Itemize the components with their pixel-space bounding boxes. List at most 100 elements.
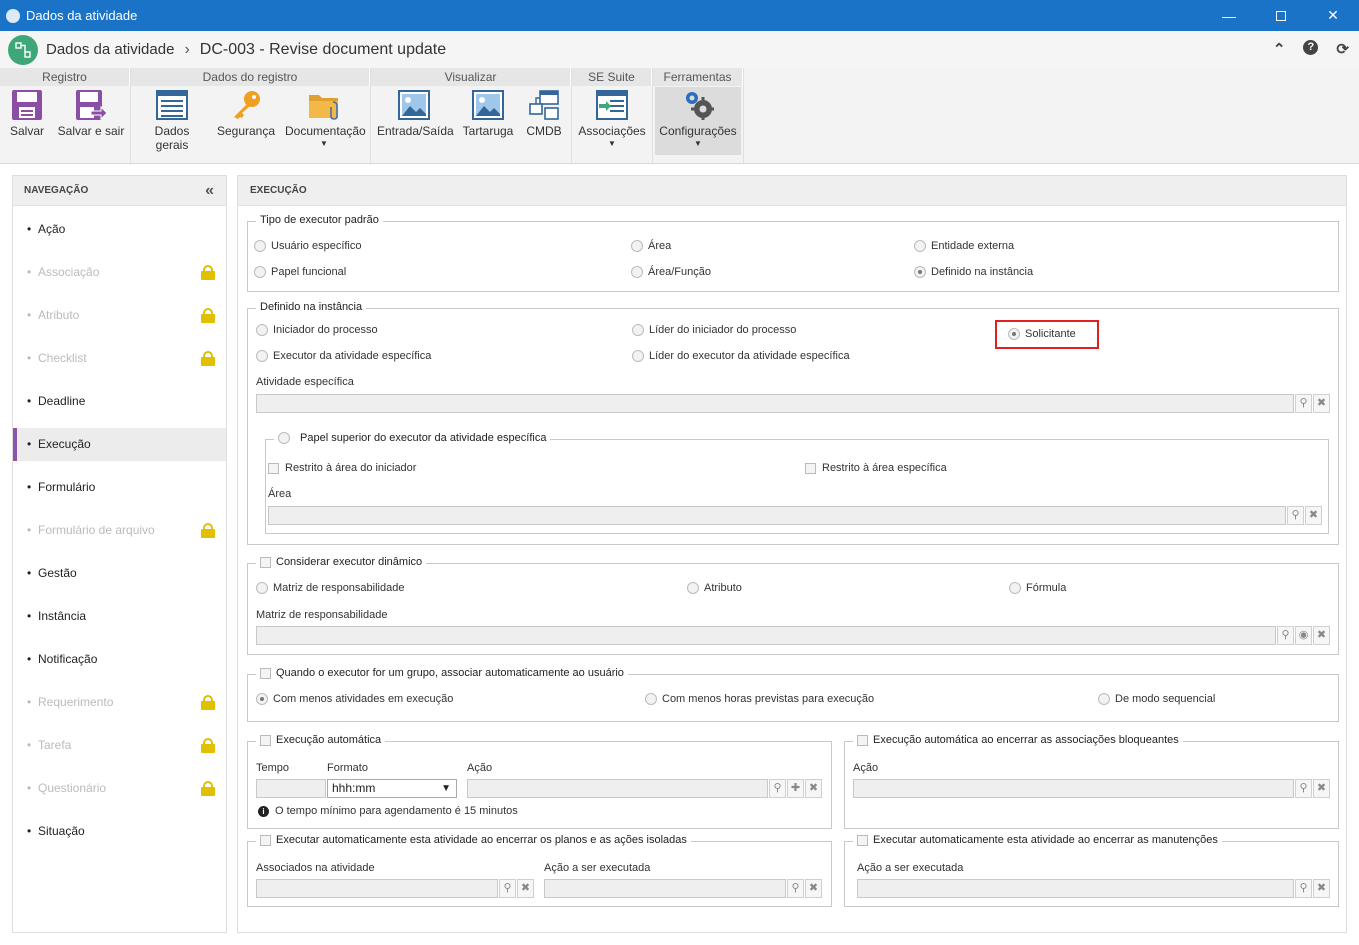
navigation-panel: NAVEGAÇÃO « • Ação • Associação • Atributo • Ch… [12,175,227,933]
radio-attribute[interactable]: Atributo [687,582,742,594]
plans-action-input[interactable] [544,879,786,898]
nav-item-label: Deadline [38,394,86,408]
legend-label: Quando o executor for um grupo, associar… [276,667,624,679]
associated-label: Associados na atividade [256,862,375,874]
checkbox-blocking-associations[interactable] [857,734,868,746]
clear-icon[interactable]: ✖ [1313,626,1330,645]
specific-activity-input[interactable] [256,394,1294,413]
nav-item-instancia[interactable]: • Instância [13,600,226,633]
search-icon[interactable]: ⚲ [499,879,516,898]
security-button[interactable]: Segurança [215,90,277,138]
clear-icon[interactable]: ✖ [1313,879,1330,898]
radio-process-initiator[interactable]: Iniciador do processo [256,324,378,336]
maximize-button[interactable] [1255,0,1307,31]
format-select[interactable]: hhh:mm ▼ [327,779,457,798]
clear-icon[interactable]: ✖ [1305,506,1322,525]
radio-specific-activity-executor[interactable]: Executor da atividade específica [256,350,431,362]
nav-item-label: Gestão [38,566,77,580]
documentation-button[interactable]: Documentação ▼ [285,90,366,148]
breadcrumb-root[interactable]: Dados da atividade [46,41,174,58]
fieldset-legend: Quando o executor for um grupo, associar… [256,667,628,679]
responsibility-matrix-input[interactable] [256,626,1276,645]
save-and-exit-button[interactable]: Salvar e sair [56,90,126,138]
radio-specific-executor-leader[interactable]: Líder do executor da atividade específic… [632,350,850,362]
checkbox-maintenance-execution[interactable] [857,834,868,846]
radio-circle [256,350,268,362]
search-icon[interactable]: ⚲ [1295,394,1312,413]
radio-specific-user[interactable]: Usuário específico [254,240,362,252]
nav-item-label: Execução [38,437,91,451]
radio-sequential[interactable]: De modo sequencial [1098,693,1215,705]
input-output-button[interactable]: Entrada/Saída [377,90,454,138]
collapse-up-icon[interactable]: ⌃ [1273,40,1286,58]
checkbox-group-associate[interactable] [260,667,271,679]
clear-icon[interactable]: ✖ [1313,779,1330,798]
refresh-icon[interactable]: ⟳ [1336,40,1349,58]
nav-item-label: Associação [38,265,100,279]
binoculars-icon[interactable]: ◉ [1295,626,1312,645]
documentation-label: Documentação [285,124,366,138]
maintenance-action-input[interactable] [857,879,1294,898]
search-icon[interactable]: ⚲ [1295,779,1312,798]
search-icon[interactable]: ⚲ [787,879,804,898]
radio-initiator-leader[interactable]: Líder do iniciador do processo [632,324,796,336]
associations-button[interactable]: Associações ▼ [578,90,646,148]
search-icon[interactable]: ⚲ [1277,626,1294,645]
nav-item-situacao[interactable]: • Situação [13,815,226,848]
double-chevron-left-icon[interactable]: « [205,176,214,206]
turtle-button[interactable]: Tartaruga [459,90,517,138]
clear-icon[interactable]: ✖ [805,779,822,798]
maintenance-execution-group: Executar automaticamente esta atividade … [844,834,1339,907]
nav-item-acao[interactable]: • Ação [13,213,226,246]
radio-superior-role[interactable] [278,432,295,444]
save-button[interactable]: Salvar [4,90,50,138]
blocking-action-input[interactable] [853,779,1294,798]
nav-item-deadline[interactable]: • Deadline [13,385,226,418]
check-restricted-specific-area[interactable]: Restrito à área específica [805,462,947,474]
radio-formula[interactable]: Fórmula [1009,582,1066,594]
minimize-button[interactable]: — [1203,0,1255,31]
radio-functional-role[interactable]: Papel funcional [254,266,346,278]
check-restricted-initiator-area[interactable]: Restrito à área do iniciador [268,462,416,474]
checkbox [805,462,816,474]
clear-icon[interactable]: ✖ [1313,394,1330,413]
checkbox-dynamic-executor[interactable] [260,556,271,568]
nav-item-gestao[interactable]: • Gestão [13,557,226,590]
bullet-icon: • [27,222,32,236]
general-data-label: Dados gerais [154,124,190,152]
help-icon[interactable]: ? [1303,40,1319,55]
general-data-button[interactable]: Dados gerais [137,90,207,152]
area-input[interactable] [268,506,1286,525]
close-button[interactable]: ✕ [1307,0,1359,31]
clear-icon[interactable]: ✖ [805,879,822,898]
search-icon[interactable]: ⚲ [1287,506,1304,525]
clear-icon[interactable]: ✖ [517,879,534,898]
associated-input[interactable] [256,879,498,898]
fieldset-legend: Tipo de executor padrão [256,214,383,226]
radio-area[interactable]: Área [631,240,671,252]
action-label: Ação [467,762,493,774]
search-icon[interactable]: ⚲ [769,779,786,798]
settings-button[interactable]: Configurações ▼ [655,87,741,155]
nav-item-execucao[interactable]: • Execução [13,428,226,461]
radio-area-function[interactable]: Área/Função [631,266,711,278]
radio-external-entity[interactable]: Entidade externa [914,240,1014,252]
cmdb-button[interactable]: CMDB [523,90,565,138]
radio-label: Fórmula [1026,582,1067,594]
nav-item-formulario[interactable]: • Formulário [13,471,226,504]
radio-fewer-activities[interactable]: Com menos atividades em execução [256,693,453,705]
time-input[interactable] [256,779,326,798]
input-output-label: Entrada/Saída [377,124,454,138]
checkbox-plans-execution[interactable] [260,834,271,846]
radio-requester[interactable]: Solicitante [1008,328,1076,340]
radio-label: Líder do iniciador do processo [649,324,797,336]
radio-responsibility-matrix[interactable]: Matriz de responsabilidade [256,582,404,594]
radio-fewer-hours[interactable]: Com menos horas previstas para execução [645,693,874,705]
checkbox-automatic-execution[interactable] [260,734,271,746]
radio-defined-in-instance[interactable]: Definido na instância [914,266,1033,278]
bullet-icon: • [27,265,32,279]
nav-item-notificacao[interactable]: • Notificação [13,643,226,676]
add-icon[interactable]: ✚ [787,779,804,798]
action-input[interactable] [467,779,768,798]
search-icon[interactable]: ⚲ [1295,879,1312,898]
